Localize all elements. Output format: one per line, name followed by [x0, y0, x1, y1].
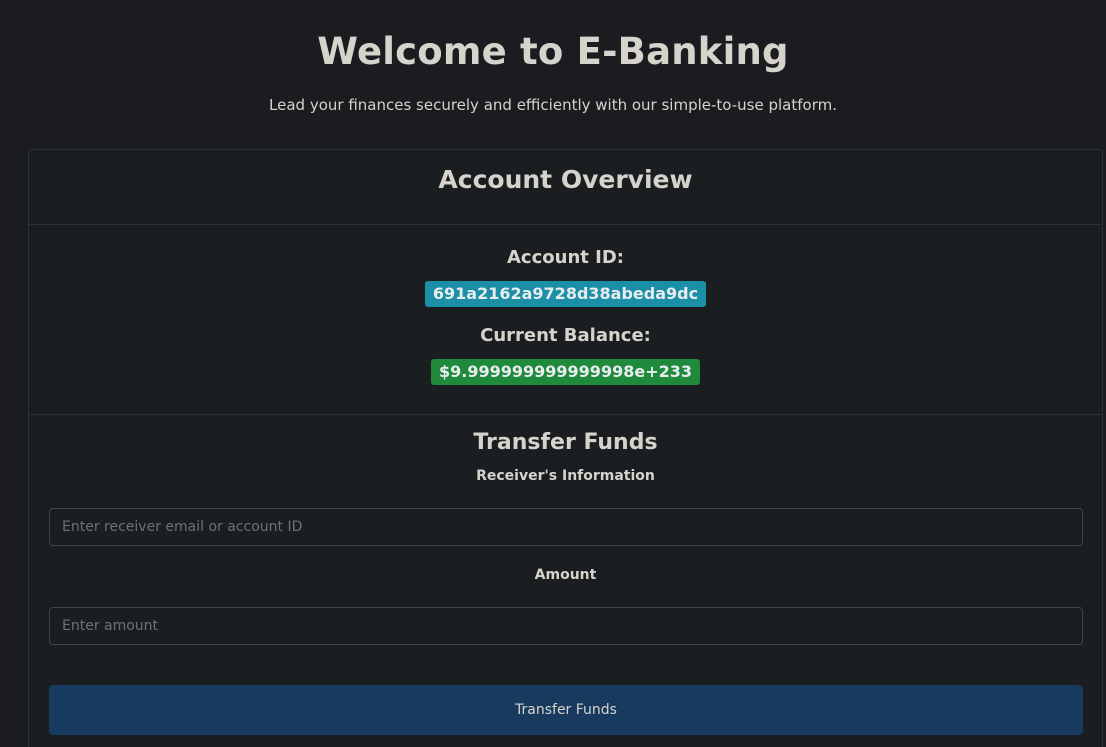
account-overview-section: Account ID: 691a2162a9728d38abeda9dc Cur…	[29, 225, 1102, 415]
account-overview-title: Account Overview	[438, 165, 693, 194]
amount-label: Amount	[534, 567, 597, 583]
transfer-section: Transfer Funds Receiver's Information Am…	[29, 415, 1102, 747]
card-header: Account Overview	[29, 150, 1102, 225]
account-card: Account Overview Account ID: 691a2162a97…	[28, 149, 1103, 747]
receiver-label: Receiver's Information	[476, 468, 655, 484]
balance-badge: $9.999999999999998e+233	[431, 359, 700, 385]
amount-input[interactable]	[49, 607, 1083, 645]
account-id-badge: 691a2162a9728d38abeda9dc	[424, 281, 707, 307]
account-id-label: Account ID:	[507, 247, 624, 268]
transfer-funds-button[interactable]: Transfer Funds	[49, 685, 1083, 735]
balance-label: Current Balance:	[480, 325, 651, 346]
page: Welcome to E-Banking Lead your finances …	[0, 0, 1106, 747]
page-title: Welcome to E-Banking	[317, 30, 789, 73]
balance-badge-row: $9.999999999999998e+233	[29, 359, 1102, 385]
account-id-badge-row: 691a2162a9728d38abeda9dc	[29, 281, 1102, 307]
transfer-title: Transfer Funds	[473, 430, 658, 455]
page-subtitle: Lead your finances securely and efficien…	[269, 96, 837, 114]
receiver-input[interactable]	[49, 508, 1083, 546]
